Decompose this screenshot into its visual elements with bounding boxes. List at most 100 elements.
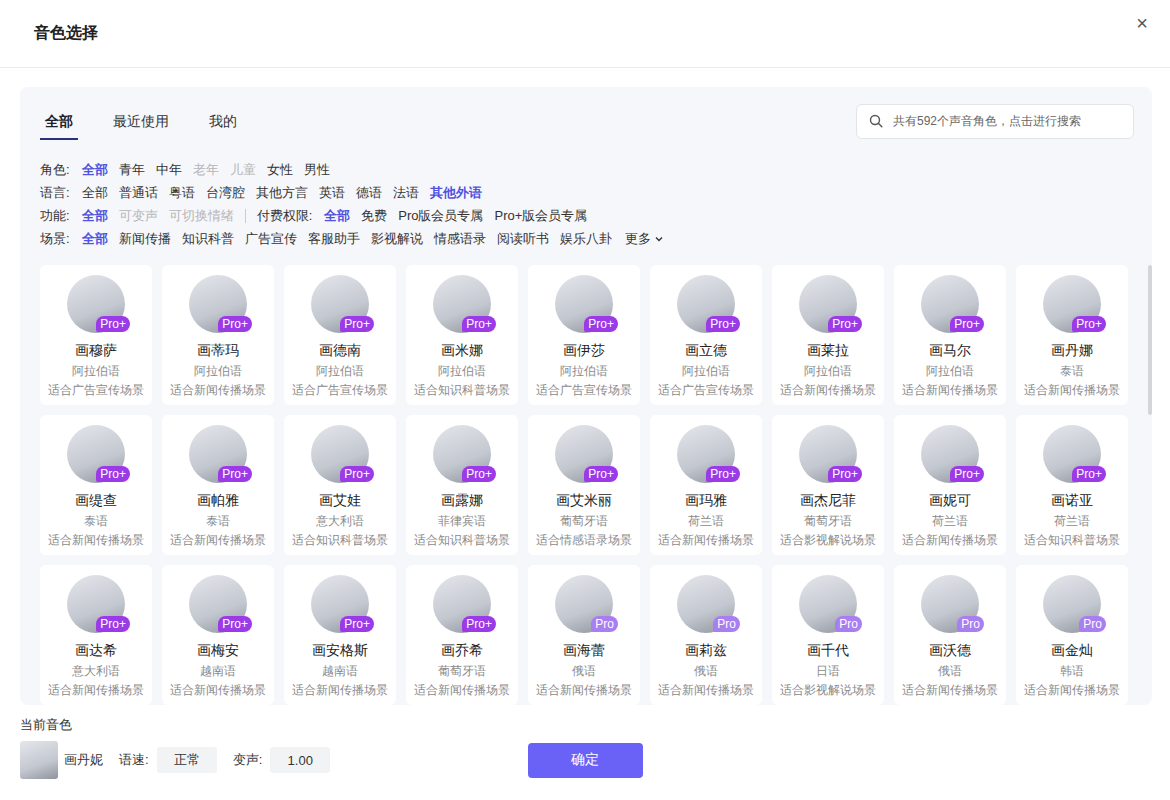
voice-language: 葡萄牙语	[438, 663, 486, 679]
pitch-label: 变声:	[233, 751, 263, 769]
voice-grid: Pro+ 画穆萨 阿拉伯语 适合广告宣传场景 Pro+ 画蒂玛 阿拉伯语 适合新…	[40, 265, 1128, 705]
voice-name: 画达希	[75, 641, 117, 659]
filter-option[interactable]: 其他外语	[430, 184, 482, 202]
member-badge: Pro+	[950, 466, 984, 482]
voice-card[interactable]: Pro+ 画乔希 葡萄牙语 适合新闻传播场景	[406, 565, 518, 705]
filter-option[interactable]: 老年	[193, 161, 219, 179]
voice-card[interactable]: Pro+ 画艾娃 意大利语 适合知识科普场景	[284, 415, 396, 555]
voice-card[interactable]: Pro+ 画杰尼菲 葡萄牙语 适合影视解说场景	[772, 415, 884, 555]
filter-option[interactable]: 普通话	[119, 184, 158, 202]
search-input[interactable]	[891, 113, 1121, 129]
voice-card[interactable]: Pro 画海蕾 俄语 适合新闻传播场景	[528, 565, 640, 705]
filter-option[interactable]: 情感语录	[434, 230, 486, 248]
voice-scene: 适合影视解说场景	[780, 682, 876, 698]
filter-option[interactable]: 娱乐八卦	[560, 230, 612, 248]
voice-card[interactable]: Pro+ 画诺亚 荷兰语 适合知识科普场景	[1016, 415, 1128, 555]
filter-option[interactable]: 全部	[82, 161, 108, 179]
voice-panel: 全部最近使用我的 角色: 全部青年中年老年儿童女性男性 语言: 全部普通话粤语台…	[20, 87, 1152, 705]
filter-option[interactable]: 客服助手	[308, 230, 360, 248]
voice-card[interactable]: Pro+ 画马尔 阿拉伯语 适合新闻传播场景	[894, 265, 1006, 405]
filter-option[interactable]: 阅读听书	[497, 230, 549, 248]
avatar: Pro+	[189, 425, 247, 483]
voice-name: 画帕雅	[197, 491, 239, 509]
voice-card[interactable]: Pro+ 画缇查 泰语 适合新闻传播场景	[40, 415, 152, 555]
voice-card[interactable]: Pro+ 画立德 阿拉伯语 适合广告宣传场景	[650, 265, 762, 405]
voice-card[interactable]: Pro+ 画玛雅 荷兰语 适合新闻传播场景	[650, 415, 762, 555]
confirm-button[interactable]: 确定	[528, 743, 643, 778]
voice-card[interactable]: Pro+ 画帕雅 泰语 适合新闻传播场景	[162, 415, 274, 555]
member-badge: Pro	[1079, 616, 1106, 632]
voice-card[interactable]: Pro 画沃德 俄语 适合新闻传播场景	[894, 565, 1006, 705]
search-box[interactable]	[856, 104, 1134, 139]
voice-card[interactable]: Pro+ 画米娜 阿拉伯语 适合知识科普场景	[406, 265, 518, 405]
voice-card[interactable]: Pro 画千代 日语 适合影视解说场景	[772, 565, 884, 705]
voice-card[interactable]: Pro+ 画莱拉 阿拉伯语 适合新闻传播场景	[772, 265, 884, 405]
filter-label: 付费权限:	[257, 207, 313, 225]
tab[interactable]: 最近使用	[108, 102, 174, 140]
filter-option[interactable]: Pro+版会员专属	[494, 207, 587, 225]
filter-option[interactable]: 免费	[361, 207, 387, 225]
filter-option[interactable]: 女性	[267, 161, 293, 179]
close-button[interactable]: ×	[1130, 10, 1154, 37]
avatar: Pro+	[921, 425, 979, 483]
member-badge: Pro+	[1072, 466, 1106, 482]
filter-option[interactable]: 台湾腔	[206, 184, 245, 202]
voice-language: 俄语	[572, 663, 596, 679]
member-badge: Pro+	[706, 316, 740, 332]
filter-option[interactable]: 法语	[393, 184, 419, 202]
voice-name: 画乔希	[441, 641, 483, 659]
voice-name: 画艾米丽	[556, 491, 612, 509]
filter-option[interactable]: 中年	[156, 161, 182, 179]
voice-name: 画诺亚	[1051, 491, 1093, 509]
filter-option[interactable]: 可变声	[119, 207, 158, 225]
filter-option[interactable]: 可切换情绪	[169, 207, 234, 225]
voice-card[interactable]: Pro 画莉兹 俄语 适合新闻传播场景	[650, 565, 762, 705]
voice-scene: 适合新闻传播场景	[658, 682, 754, 698]
filter-row: 语言: 全部普通话粤语台湾腔其他方言英语德语法语其他外语	[40, 181, 1152, 204]
filter-option[interactable]: 全部	[82, 184, 108, 202]
voice-card[interactable]: Pro+ 画伊莎 阿拉伯语 适合广告宣传场景	[528, 265, 640, 405]
voice-name: 画莱拉	[807, 341, 849, 359]
filter-option[interactable]: 其他方言	[256, 184, 308, 202]
filter-option[interactable]: 全部	[82, 207, 108, 225]
more-button[interactable]: 更多	[625, 230, 664, 248]
voice-card[interactable]: Pro+ 画穆萨 阿拉伯语 适合广告宣传场景	[40, 265, 152, 405]
voice-card[interactable]: Pro+ 画达希 意大利语 适合新闻传播场景	[40, 565, 152, 705]
filter-option[interactable]: 广告宣传	[245, 230, 297, 248]
speed-field[interactable]: 正常	[157, 747, 217, 773]
voice-card[interactable]: Pro+ 画艾米丽 葡萄牙语 适合情感语录场景	[528, 415, 640, 555]
avatar: Pro+	[555, 275, 613, 333]
filter-option[interactable]: 全部	[324, 207, 350, 225]
filter-option[interactable]: 青年	[119, 161, 145, 179]
filter-option[interactable]: 新闻传播	[119, 230, 171, 248]
voice-scene: 适合新闻传播场景	[780, 382, 876, 398]
voice-scene: 适合新闻传播场景	[170, 682, 266, 698]
filter-option[interactable]: 德语	[356, 184, 382, 202]
scrollbar[interactable]	[1148, 265, 1152, 705]
filter-option[interactable]: 影视解说	[371, 230, 423, 248]
filter-option[interactable]: 儿童	[230, 161, 256, 179]
tab[interactable]: 我的	[204, 102, 242, 140]
filter-option[interactable]: 全部	[82, 230, 108, 248]
filter-option[interactable]: 知识科普	[182, 230, 234, 248]
voice-scene: 适合新闻传播场景	[170, 382, 266, 398]
voice-card[interactable]: Pro+ 画丹娜 泰语 适合新闻传播场景	[1016, 265, 1128, 405]
filter-option[interactable]: 粤语	[169, 184, 195, 202]
voice-card[interactable]: Pro+ 画妮可 荷兰语 适合新闻传播场景	[894, 415, 1006, 555]
filter-option[interactable]: 男性	[304, 161, 330, 179]
voice-name: 画缇查	[75, 491, 117, 509]
avatar: Pro	[555, 575, 613, 633]
voice-card[interactable]: Pro 画金灿 韩语 适合新闻传播场景	[1016, 565, 1128, 705]
voice-card[interactable]: Pro+ 画梅安 越南语 适合新闻传播场景	[162, 565, 274, 705]
filter-option[interactable]: 英语	[319, 184, 345, 202]
voice-card[interactable]: Pro+ 画安格斯 越南语 适合新闻传播场景	[284, 565, 396, 705]
scrollbar-thumb[interactable]	[1148, 265, 1152, 415]
pitch-field[interactable]: 1.00	[270, 747, 330, 773]
voice-card[interactable]: Pro+ 画蒂玛 阿拉伯语 适合新闻传播场景	[162, 265, 274, 405]
voice-card[interactable]: Pro+ 画德南 阿拉伯语 适合广告宣传场景	[284, 265, 396, 405]
voice-card[interactable]: Pro+ 画露娜 菲律宾语 适合知识科普场景	[406, 415, 518, 555]
tab[interactable]: 全部	[40, 102, 78, 140]
voice-scene: 适合广告宣传场景	[48, 382, 144, 398]
filter-option[interactable]: Pro版会员专属	[398, 207, 483, 225]
voice-name: 画妮可	[929, 491, 971, 509]
